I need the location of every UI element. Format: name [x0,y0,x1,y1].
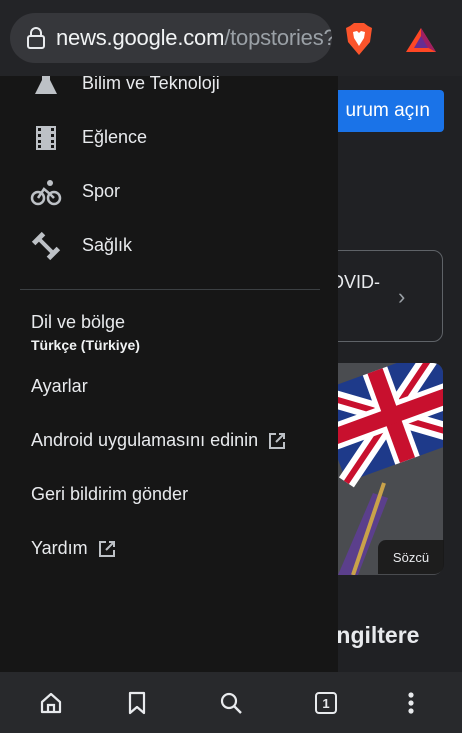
settings-item[interactable]: Ayarlar [31,376,88,397]
overflow-menu-button[interactable] [396,688,426,718]
drawer-item-label: Spor [82,180,121,201]
source-label: Sözcü [378,540,444,574]
url-text: news.google.com/topstories? [56,25,332,51]
bicycle-icon [30,180,62,206]
brave-rewards-icon[interactable] [404,26,438,54]
help-label: Yardım [31,538,88,558]
drawer-item-label: Eğlence [82,126,148,147]
help-item[interactable]: Yardım [31,538,116,559]
flask-icon [35,76,57,94]
send-feedback-label: Geri bildirim gönder [31,484,189,504]
drawer-item-label: Sağlık [82,234,133,255]
bookmark-icon [128,691,146,715]
search-button[interactable] [216,688,246,718]
external-link-icon [98,540,115,557]
url-path: /topstories? [224,25,332,50]
article-headline[interactable]: İngiltere [330,622,419,649]
drawer-item-sports[interactable]: Spor [0,168,338,214]
home-icon [40,692,62,714]
drawer-item-label: Bilim ve Teknoloji [82,76,220,93]
settings-label: Ayarlar [31,376,88,396]
more-vertical-icon [408,692,414,714]
dumbbell-icon [31,231,61,261]
language-region-item[interactable]: Dil ve bölge [31,312,125,333]
lock-icon [27,27,45,49]
browser-toolbar: news.google.com/topstories? [0,0,462,76]
get-android-app-label: Android uygulamasını edinin [31,430,259,450]
language-region-label: Dil ve bölge [31,312,126,332]
tab-switcher-button[interactable]: 1 [311,688,341,718]
address-bar[interactable]: news.google.com/topstories? [10,13,332,63]
home-button[interactable] [36,688,66,718]
browser-bottom-bar: 1 [0,672,462,733]
drawer-item-science-tech[interactable]: Bilim ve Teknoloji [0,76,338,106]
url-host: news.google.com [56,25,225,50]
navigation-drawer: Bilim ve Teknoloji Eğlence Spor Sağlık D… [0,76,338,672]
drawer-item-health[interactable]: Sağlık [0,222,338,268]
chevron-right-icon: › [398,284,406,309]
drawer-item-entertainment[interactable]: Eğlence [0,114,338,160]
drawer-divider [20,289,320,290]
send-feedback-item[interactable]: Geri bildirim gönder [31,484,188,505]
bookmark-button[interactable] [122,688,152,718]
tab-count: 1 [315,692,337,714]
film-icon [36,126,56,150]
get-android-app-item[interactable]: Android uygulamasını edinin [31,430,286,451]
language-region-value: Türkçe (Türkiye) [31,337,140,353]
external-link-icon [269,432,286,449]
search-icon [220,692,242,714]
brave-shields-icon[interactable] [344,22,374,56]
